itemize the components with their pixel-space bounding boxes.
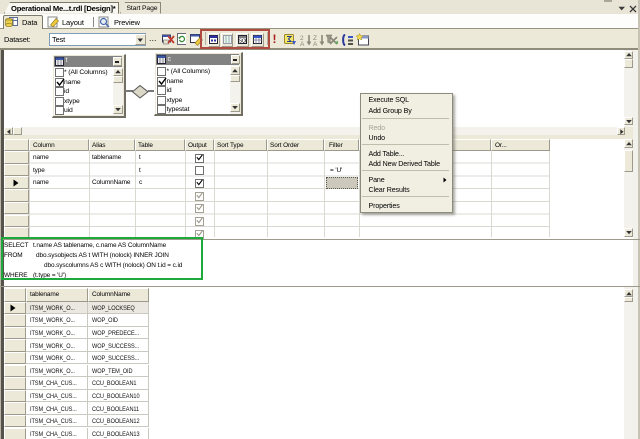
svg-text:SQL: SQL — [238, 39, 246, 45]
svg-text:A: A — [300, 41, 305, 46]
svg-text:A: A — [313, 41, 318, 46]
